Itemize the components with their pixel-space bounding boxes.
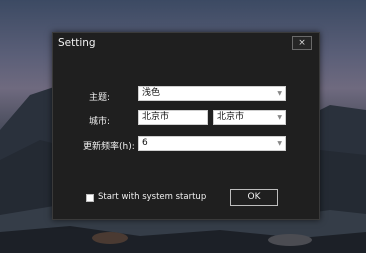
city-input-value: 北京市 xyxy=(142,112,170,122)
setting-dialog: Setting × 主题: 浅色 ▼ 城市: 北京市 北京市 ▼ 更新频率(h)… xyxy=(52,32,320,220)
startup-checkbox[interactable] xyxy=(86,194,94,202)
refresh-select[interactable]: 6 ▼ xyxy=(138,136,286,151)
chevron-down-icon: ▼ xyxy=(277,140,282,147)
chevron-down-icon: ▼ xyxy=(277,114,282,121)
refresh-select-value: 6 xyxy=(142,138,148,148)
refresh-label: 更新频率(h): xyxy=(83,142,135,152)
window-title: Setting xyxy=(58,37,96,49)
city-input[interactable]: 北京市 xyxy=(138,110,208,125)
close-button[interactable]: × xyxy=(292,36,312,50)
theme-select-value: 浅色 xyxy=(142,88,161,98)
title-bar: Setting × xyxy=(53,33,319,53)
theme-select[interactable]: 浅色 ▼ xyxy=(138,86,286,101)
city-select-value: 北京市 xyxy=(217,112,245,122)
close-icon: × xyxy=(298,38,306,48)
startup-label[interactable]: Start with system startup xyxy=(98,192,206,202)
ok-button[interactable]: OK xyxy=(230,189,278,206)
chevron-down-icon: ▼ xyxy=(277,90,282,97)
theme-label: 主题: xyxy=(89,93,111,103)
city-label: 城市: xyxy=(89,117,111,127)
city-select[interactable]: 北京市 ▼ xyxy=(213,110,286,125)
